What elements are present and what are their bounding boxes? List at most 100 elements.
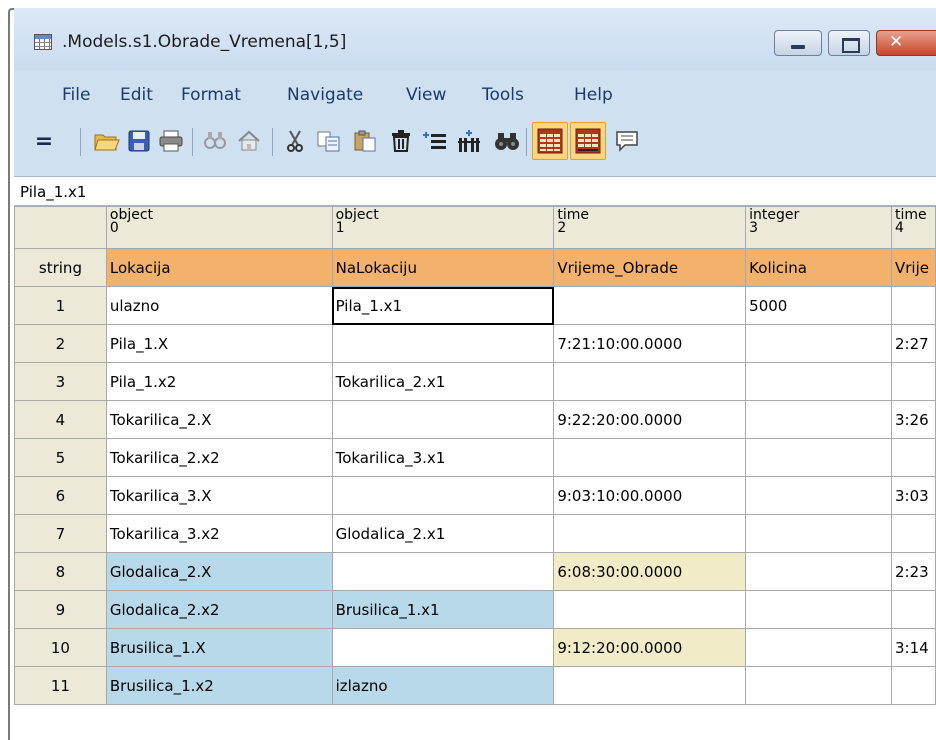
menu-navigate[interactable]: Navigate (287, 85, 363, 105)
table-cell[interactable]: Brusilica_1.X (105, 628, 333, 667)
table-cell[interactable] (745, 438, 892, 477)
table-cell[interactable]: 3:14 (890, 628, 936, 667)
corner-cell[interactable] (14, 206, 107, 249)
column-name-cell[interactable]: Vrije (890, 248, 936, 287)
table-cell[interactable] (331, 552, 555, 591)
table-cell[interactable]: 9:12:20:00.0000 (553, 628, 747, 667)
column-header[interactable]: integer 3 (745, 206, 892, 249)
table-cell[interactable]: 3:26 (890, 400, 936, 439)
table-cell[interactable] (745, 552, 892, 591)
paste-icon[interactable] (350, 126, 380, 156)
open-folder-icon[interactable] (92, 126, 122, 156)
menu-tools[interactable]: Tools (482, 85, 524, 105)
table-cell[interactable]: 5000 (745, 286, 892, 325)
menu-edit[interactable]: Edit (120, 85, 153, 105)
table-cell[interactable] (890, 590, 936, 629)
table-cell[interactable] (745, 666, 892, 705)
delete-icon[interactable] (386, 126, 416, 156)
title-bar[interactable]: .Models.s1.Obrade_Vremena[1,5] (14, 8, 936, 70)
menu-format[interactable]: Format (181, 85, 241, 105)
column-name-cell[interactable]: Lokacija (105, 248, 333, 287)
comment-icon[interactable] (612, 126, 642, 156)
table-cell[interactable] (331, 476, 555, 515)
table-cell[interactable]: Tokarilica_2.x2 (105, 438, 333, 477)
table-cell[interactable] (745, 628, 892, 667)
insert-column-icon[interactable] (454, 126, 484, 156)
table-cell[interactable]: Pila_1.x2 (105, 362, 333, 401)
table-cell[interactable]: Brusilica_1.x2 (105, 666, 333, 705)
table-cell[interactable]: 2:27 (890, 324, 936, 363)
table-cell[interactable] (331, 324, 555, 363)
row-number[interactable]: 3 (14, 362, 107, 401)
close-button[interactable] (876, 30, 936, 56)
table-cell[interactable]: Tokarilica_2.X (105, 400, 333, 439)
column-header[interactable]: object 0 (105, 206, 333, 249)
save-icon[interactable] (124, 126, 154, 156)
table-cell[interactable]: Tokarilica_2.x1 (331, 362, 555, 401)
column-header[interactable]: object 1 (331, 206, 555, 249)
table-cell[interactable] (745, 514, 892, 553)
table-cell[interactable]: Tokarilica_3.x1 (331, 438, 555, 477)
table-cell[interactable] (890, 438, 936, 477)
table-cell[interactable]: Glodalica_2.X (105, 552, 333, 591)
row-number[interactable]: 5 (14, 438, 107, 477)
table-cell[interactable]: Tokarilica_3.x2 (105, 514, 333, 553)
table-cell[interactable] (890, 362, 936, 401)
table-cell[interactable] (553, 438, 747, 477)
table-cell[interactable]: 6:08:30:00.0000 (553, 552, 747, 591)
table-cell[interactable]: 7:21:10:00.0000 (553, 324, 747, 363)
binoculars-icon[interactable] (492, 126, 522, 156)
table-cell[interactable]: Tokarilica_3.X (105, 476, 333, 515)
menu-help[interactable]: Help (574, 85, 613, 105)
table-cell[interactable] (331, 400, 555, 439)
table-cell[interactable] (331, 628, 555, 667)
minimize-button[interactable] (774, 30, 822, 56)
row-number[interactable]: 1 (14, 286, 107, 325)
row-header-type[interactable]: string (14, 248, 107, 287)
insert-row-icon[interactable] (420, 126, 450, 156)
column-name-cell[interactable]: Kolicina (745, 248, 892, 287)
row-number[interactable]: 2 (14, 324, 107, 363)
table-cell[interactable] (553, 362, 747, 401)
menu-file[interactable]: File (62, 85, 90, 105)
column-header[interactable]: time 4 (890, 206, 936, 249)
table-cell[interactable]: 9:03:10:00.0000 (553, 476, 747, 515)
row-number[interactable]: 6 (14, 476, 107, 515)
copy-icon[interactable] (314, 126, 344, 156)
table-cell[interactable]: Glodalica_2.x2 (105, 590, 333, 629)
table-cell[interactable]: izlazno (331, 666, 555, 705)
row-number[interactable]: 9 (14, 590, 107, 629)
row-number[interactable]: 4 (14, 400, 107, 439)
row-number[interactable]: 7 (14, 514, 107, 553)
table-cell[interactable]: 3:03 (890, 476, 936, 515)
table-cell[interactable]: ulazno (105, 286, 333, 325)
selected-cell[interactable]: Pila_1.x1 (331, 286, 555, 325)
row-number[interactable]: 10 (14, 628, 107, 667)
table-cell[interactable] (890, 514, 936, 553)
menu-view[interactable]: View (406, 85, 446, 105)
table-cell[interactable] (745, 324, 892, 363)
table-cell[interactable] (553, 514, 747, 553)
home-icon[interactable] (234, 126, 264, 156)
table-cell[interactable] (745, 476, 892, 515)
table-cell[interactable]: 2:23 (890, 552, 936, 591)
table-cell[interactable] (890, 666, 936, 705)
print-icon[interactable] (156, 126, 186, 156)
column-header[interactable]: time 2 (553, 206, 747, 249)
formula-button[interactable]: = (32, 126, 56, 156)
column-name-cell[interactable]: NaLokaciju (331, 248, 555, 287)
table-cell[interactable]: Pila_1.X (105, 324, 333, 363)
table-cell[interactable] (553, 590, 747, 629)
table-cell[interactable] (745, 362, 892, 401)
maximize-button[interactable] (828, 30, 870, 56)
column-name-cell[interactable]: Vrijeme_Obrade (553, 248, 747, 287)
table-view-icon[interactable] (532, 122, 568, 160)
table-format-icon[interactable] (570, 122, 606, 160)
cell-reference-bar[interactable]: Pila_1.x1 (14, 176, 936, 206)
table-cell[interactable] (890, 286, 936, 325)
find-icon[interactable] (200, 126, 230, 156)
table-cell[interactable]: 9:22:20:00.0000 (553, 400, 747, 439)
table-cell[interactable]: Glodalica_2.x1 (331, 514, 555, 553)
row-number[interactable]: 11 (14, 666, 107, 705)
table-cell[interactable] (553, 286, 747, 325)
